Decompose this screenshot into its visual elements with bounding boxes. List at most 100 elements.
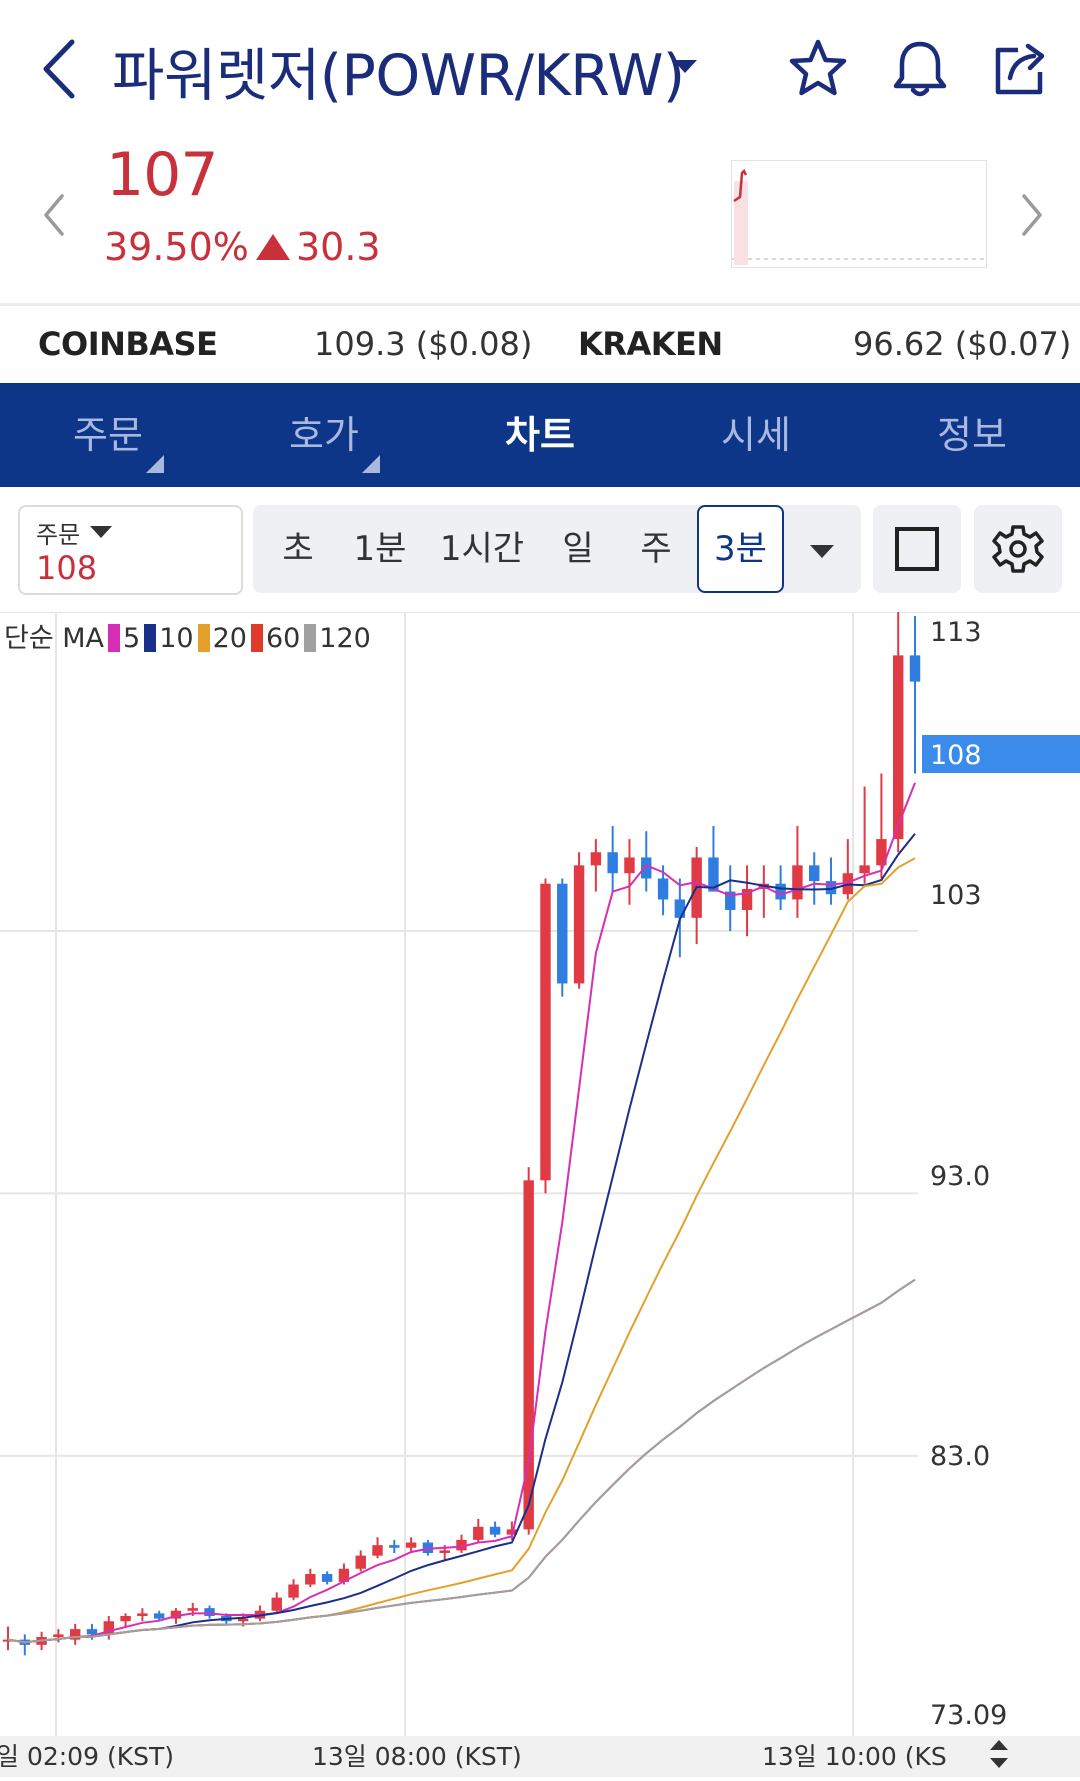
- ma60-line: [7, 1278, 916, 1644]
- page-title[interactable]: 파워렛저(POWR/KRW): [112, 30, 685, 112]
- tab-market-price[interactable]: 시세: [648, 383, 864, 487]
- candle: [573, 865, 585, 984]
- chart-canvas[interactable]: 113 103 93.0 83.0 73.09 108 일 02:09 (KST) 13일 0…: [0, 484, 1080, 1777]
- mini-chart: [731, 160, 987, 268]
- ma5-line: [7, 782, 916, 1644]
- candle: [641, 857, 652, 879]
- x-axis-tick-label: 일 02:09 (KST): [0, 1742, 174, 1771]
- next-coin-icon[interactable]: [1014, 190, 1050, 240]
- order-quick-value: 108: [36, 549, 98, 587]
- exchange-value-kraken: 96.62 ($0.07): [853, 325, 1072, 363]
- chevron-down-icon: [90, 526, 112, 538]
- y-axis-tick-label: 93.0: [930, 1161, 990, 1192]
- tab-chart[interactable]: 차트: [432, 383, 648, 487]
- y-axis-tick-label: 73.09: [930, 1700, 1007, 1731]
- tab-orderbook-corner-icon: [362, 455, 380, 473]
- candle: [892, 655, 904, 840]
- fullscreen-button[interactable]: [873, 505, 961, 593]
- candle: [624, 857, 635, 874]
- tab-order-corner-icon: [146, 455, 164, 473]
- candle: [792, 865, 803, 900]
- ma-legend: 단순 MA 5 10 20 60 120: [4, 616, 371, 655]
- candle: [321, 1574, 333, 1582]
- ma10-swatch: [144, 624, 157, 652]
- interval-week[interactable]: 주: [630, 505, 682, 593]
- ma20-label: 20: [212, 623, 247, 654]
- candle: [439, 1550, 450, 1554]
- order-quick-box[interactable]: 주문 108: [18, 505, 243, 595]
- candle: [355, 1555, 366, 1569]
- candle: [557, 883, 568, 984]
- candle: [657, 878, 669, 900]
- candle: [590, 852, 602, 866]
- candle: [86, 1629, 98, 1635]
- chart-settings-button[interactable]: [974, 505, 1062, 593]
- exchange-name-kraken: KRAKEN: [578, 325, 723, 363]
- tab-orderbook[interactable]: 호가: [216, 383, 432, 487]
- tab-info[interactable]: 정보: [864, 383, 1080, 487]
- candlestick-chart[interactable]: 113 103 93.0 83.0 73.09 108 일 02:09 (KST) 13일 0…: [0, 484, 1080, 1777]
- back-chevron-icon[interactable]: [36, 36, 84, 102]
- y-axis-tick-label: 113: [930, 617, 982, 648]
- candle: [405, 1542, 417, 1548]
- divider: [0, 303, 1080, 306]
- interval-seconds[interactable]: 초: [270, 505, 326, 593]
- interval-1min[interactable]: 1분: [344, 505, 416, 593]
- square-icon: [895, 527, 939, 571]
- candle: [489, 1526, 501, 1535]
- candle: [372, 1545, 383, 1556]
- candle: [859, 865, 870, 874]
- interval-1hour[interactable]: 1시간: [432, 505, 532, 593]
- exchange-value-coinbase: 109.3 ($0.08): [314, 325, 533, 363]
- ma20-line: [7, 857, 916, 1644]
- candle: [809, 865, 820, 882]
- candle: [674, 899, 686, 918]
- y-axis-tick-label: 103: [930, 880, 982, 911]
- candle: [153, 1613, 165, 1619]
- candle: [607, 852, 618, 874]
- previous-coin-icon[interactable]: [36, 190, 72, 240]
- y-axis-tick-label: 83.0: [930, 1441, 990, 1472]
- ma20-swatch: [197, 624, 210, 652]
- bell-icon[interactable]: [887, 36, 953, 102]
- current-price: 107: [106, 140, 219, 210]
- header: 파워렛저(POWR/KRW): [0, 0, 1080, 135]
- interval-more-icon[interactable]: [810, 545, 834, 558]
- candle: [305, 1574, 316, 1585]
- ma120-line: [7, 1278, 916, 1644]
- order-quick-label: 주문: [36, 521, 81, 549]
- candle: [288, 1584, 299, 1598]
- tab-bar: 주문 호가 차트 시세 정보: [0, 383, 1080, 487]
- candle: [53, 1634, 64, 1637]
- interval-3min[interactable]: 3분: [697, 505, 784, 593]
- current-price-label: 108: [930, 740, 982, 771]
- gear-icon: [992, 525, 1044, 573]
- candle: [909, 655, 921, 682]
- share-icon[interactable]: [988, 36, 1054, 102]
- ma10-label: 10: [159, 623, 194, 654]
- exchange-name-coinbase: COINBASE: [38, 325, 218, 363]
- ma60-label: 60: [265, 623, 301, 654]
- tab-order[interactable]: 주문: [0, 383, 216, 487]
- candle: [271, 1597, 282, 1611]
- ma60-swatch: [250, 624, 263, 652]
- candle: [473, 1526, 484, 1540]
- ma120-label: 120: [319, 623, 371, 654]
- candle: [204, 1608, 215, 1616]
- ma5-swatch: [108, 624, 121, 652]
- candle: [137, 1613, 148, 1616]
- candle: [540, 883, 551, 1181]
- candle: [389, 1545, 400, 1548]
- change-percent: 39.50%: [104, 225, 249, 269]
- up-triangle-icon: [256, 234, 290, 260]
- star-icon[interactable]: [785, 36, 851, 102]
- dropdown-caret-icon[interactable]: [673, 60, 697, 73]
- candle: [775, 883, 786, 900]
- interval-day[interactable]: 일: [552, 505, 604, 593]
- ma10-line: [7, 833, 916, 1644]
- ma-legend-prefix: 단순 MA: [4, 623, 105, 654]
- x-axis-tick-label: 13일 10:00 (KS: [762, 1742, 947, 1771]
- candle: [187, 1608, 198, 1611]
- ma5-label: 5: [123, 623, 141, 654]
- ma120-swatch: [304, 624, 317, 652]
